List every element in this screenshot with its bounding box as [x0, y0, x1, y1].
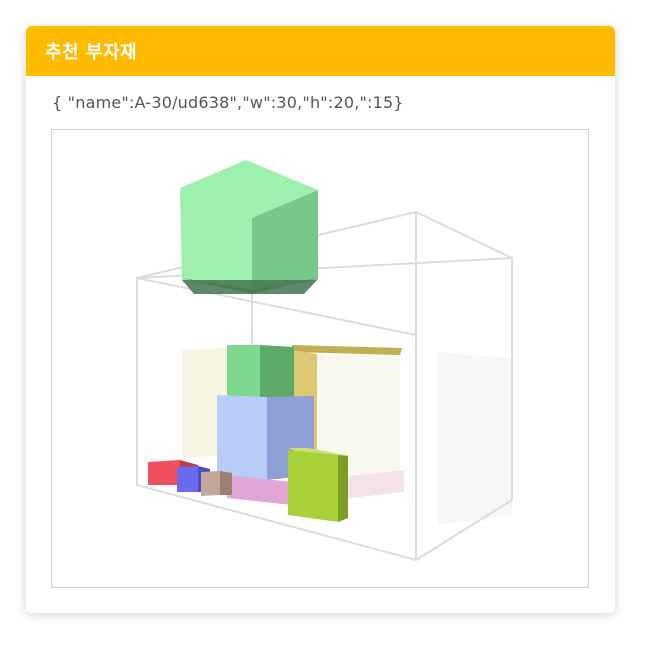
packing-scene[interactable]: [52, 130, 588, 587]
large-green-cube: [180, 160, 318, 294]
recommended-materials-card: 추천 부자재 { "name":A-30/ud638","w":30,"h":2…: [26, 26, 615, 613]
3d-packing-viewer[interactable]: [51, 129, 589, 588]
small-green-box: [227, 345, 294, 398]
card-title: 추천 부자재: [45, 42, 138, 63]
card-header: 추천 부자재: [26, 26, 615, 76]
lime-box: [288, 448, 350, 522]
material-json-text: { "name":A-30/ud638","w":30,"h":20,":15}: [52, 93, 404, 112]
